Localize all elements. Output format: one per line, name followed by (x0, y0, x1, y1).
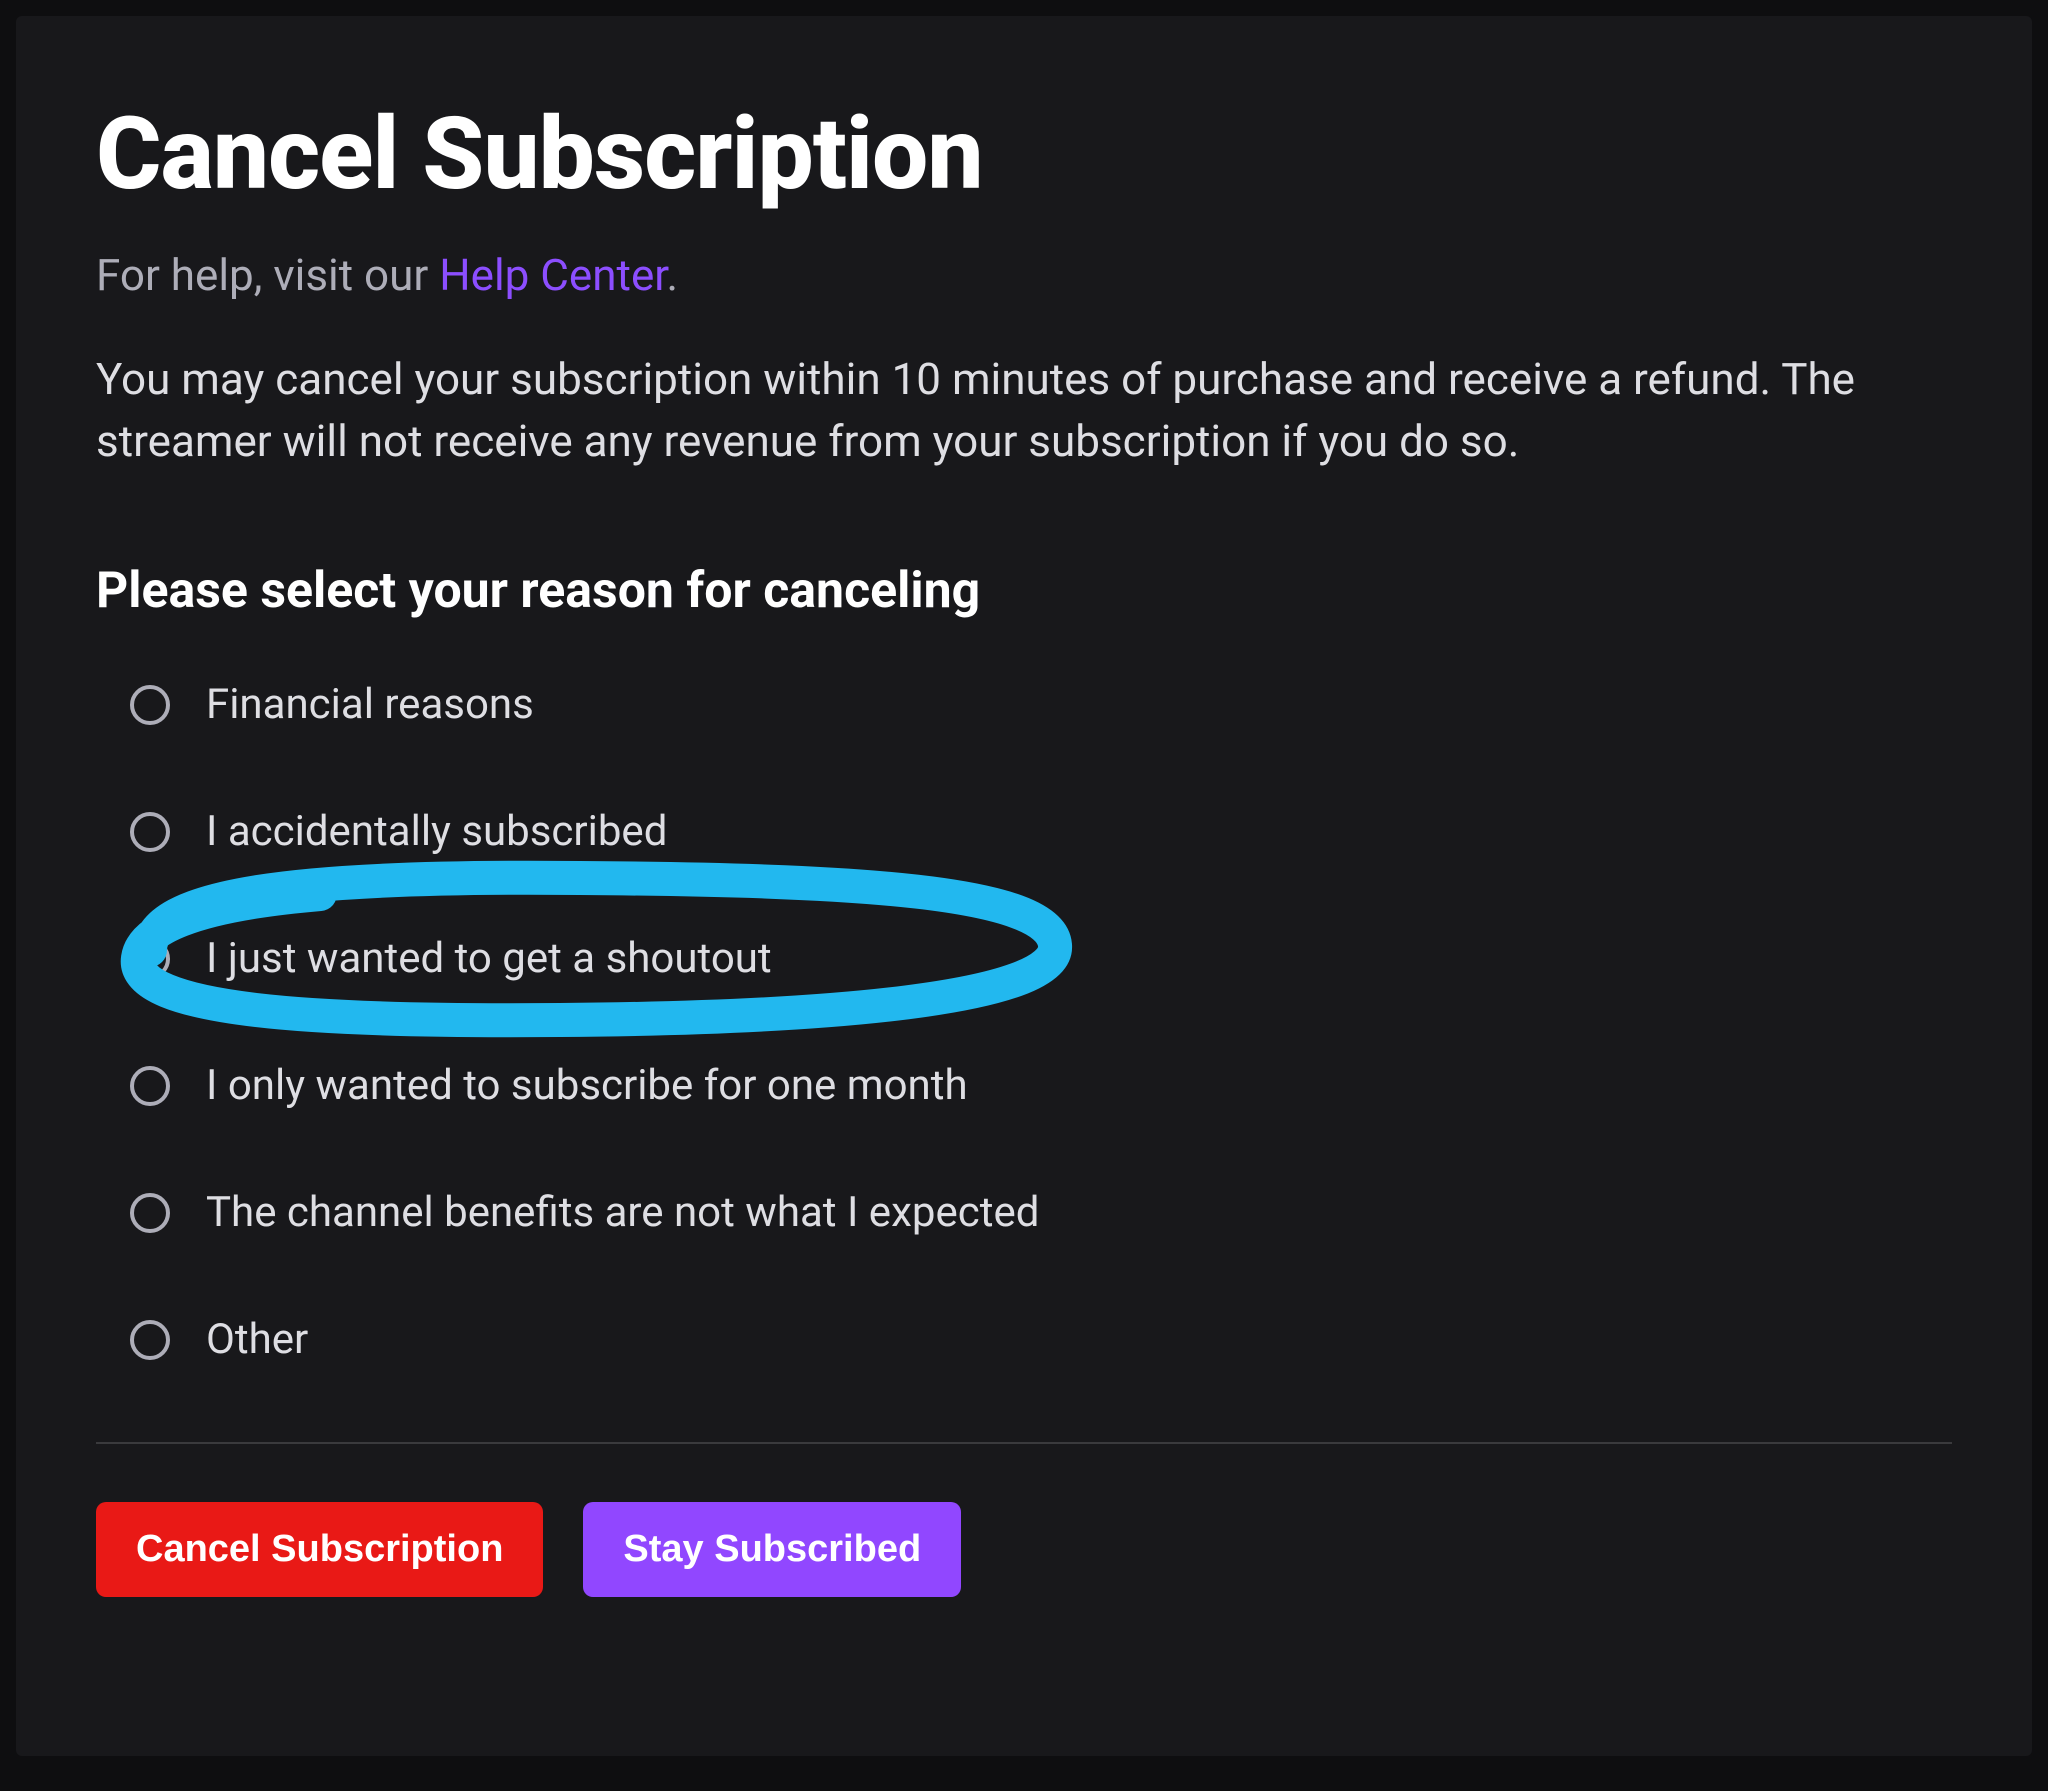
cancel-subscription-button[interactable]: Cancel Subscription (96, 1502, 543, 1597)
radio-icon (130, 812, 170, 852)
help-center-link[interactable]: Help Center (439, 249, 666, 301)
help-prefix: For help, visit our (96, 249, 439, 301)
radio-icon (130, 685, 170, 725)
reason-label: Other (206, 1315, 308, 1364)
reason-option-financial[interactable]: Financial reasons (130, 680, 1952, 729)
reason-option-shoutout[interactable]: I just wanted to get a shoutout (130, 934, 1952, 983)
reason-option-other[interactable]: Other (130, 1315, 1952, 1364)
page-title: Cancel Subscription (96, 96, 1952, 213)
reason-option-benefits[interactable]: The channel benefits are not what I expe… (130, 1188, 1952, 1237)
radio-icon (130, 1320, 170, 1360)
reason-label: Financial reasons (206, 680, 534, 729)
reason-radio-group: Financial reasons I accidentally subscri… (96, 680, 1952, 1364)
button-row: Cancel Subscription Stay Subscribed (96, 1502, 1952, 1597)
reason-option-one-month[interactable]: I only wanted to subscribe for one month (130, 1061, 1952, 1110)
reason-label: I only wanted to subscribe for one month (206, 1061, 968, 1110)
reason-label: I accidentally subscribed (206, 807, 667, 856)
reason-heading: Please select your reason for canceling (96, 562, 1952, 620)
help-suffix: . (667, 249, 679, 301)
cancel-subscription-panel: Cancel Subscription For help, visit our … (16, 16, 2032, 1756)
reason-option-accidental[interactable]: I accidentally subscribed (130, 807, 1952, 856)
radio-icon (130, 939, 170, 979)
divider (96, 1442, 1952, 1444)
stay-subscribed-button[interactable]: Stay Subscribed (583, 1502, 961, 1597)
radio-icon (130, 1066, 170, 1106)
radio-icon (130, 1193, 170, 1233)
help-line: For help, visit our Help Center. (96, 249, 1952, 301)
refund-notice: You may cancel your subscription within … (96, 349, 1946, 472)
reason-label: The channel benefits are not what I expe… (206, 1188, 1039, 1237)
reason-label: I just wanted to get a shoutout (206, 934, 772, 983)
